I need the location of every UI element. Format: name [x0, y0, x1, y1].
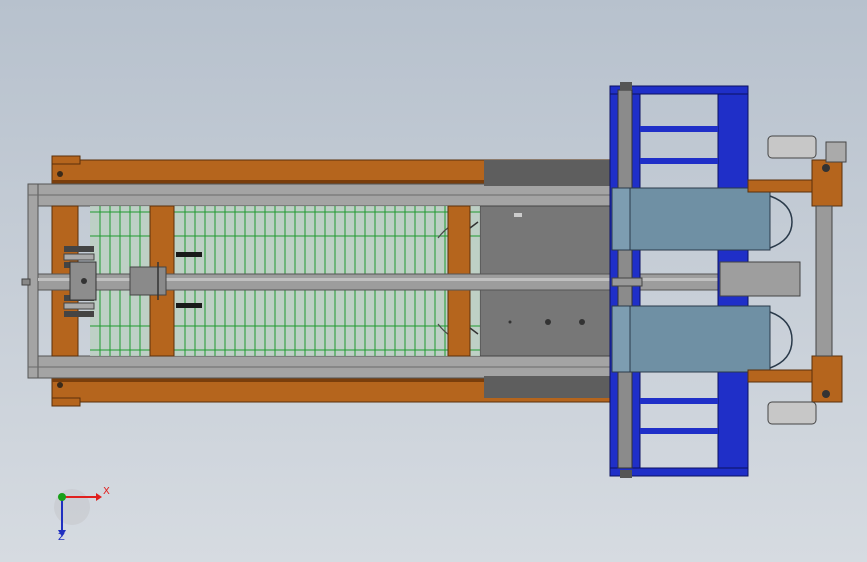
- rail-end-cap-top: [51, 155, 81, 165]
- x-axis-label: X: [103, 486, 110, 497]
- shaft-collar: [611, 277, 643, 287]
- cad-viewport[interactable]: X Z: [0, 0, 867, 562]
- plate-bottom-strip: [484, 376, 620, 398]
- bolt-hole: [545, 319, 551, 325]
- clip: [176, 303, 202, 308]
- z-axis-label: Z: [58, 532, 65, 543]
- rail-end-cap-bottom: [51, 397, 81, 407]
- assembly-drawing: [21, 82, 847, 537]
- plate-slot: [514, 213, 522, 217]
- steel-blue-block-bottom: [611, 305, 793, 373]
- clip: [176, 252, 202, 257]
- y-axis-dot: [58, 493, 66, 501]
- bolt-hole: [579, 319, 585, 325]
- bearing-housing: [719, 261, 801, 297]
- axis-triad: [54, 489, 102, 537]
- plate-top-strip: [484, 160, 620, 186]
- steel-blue-block-top: [611, 187, 793, 251]
- bolt-hole: [508, 320, 512, 324]
